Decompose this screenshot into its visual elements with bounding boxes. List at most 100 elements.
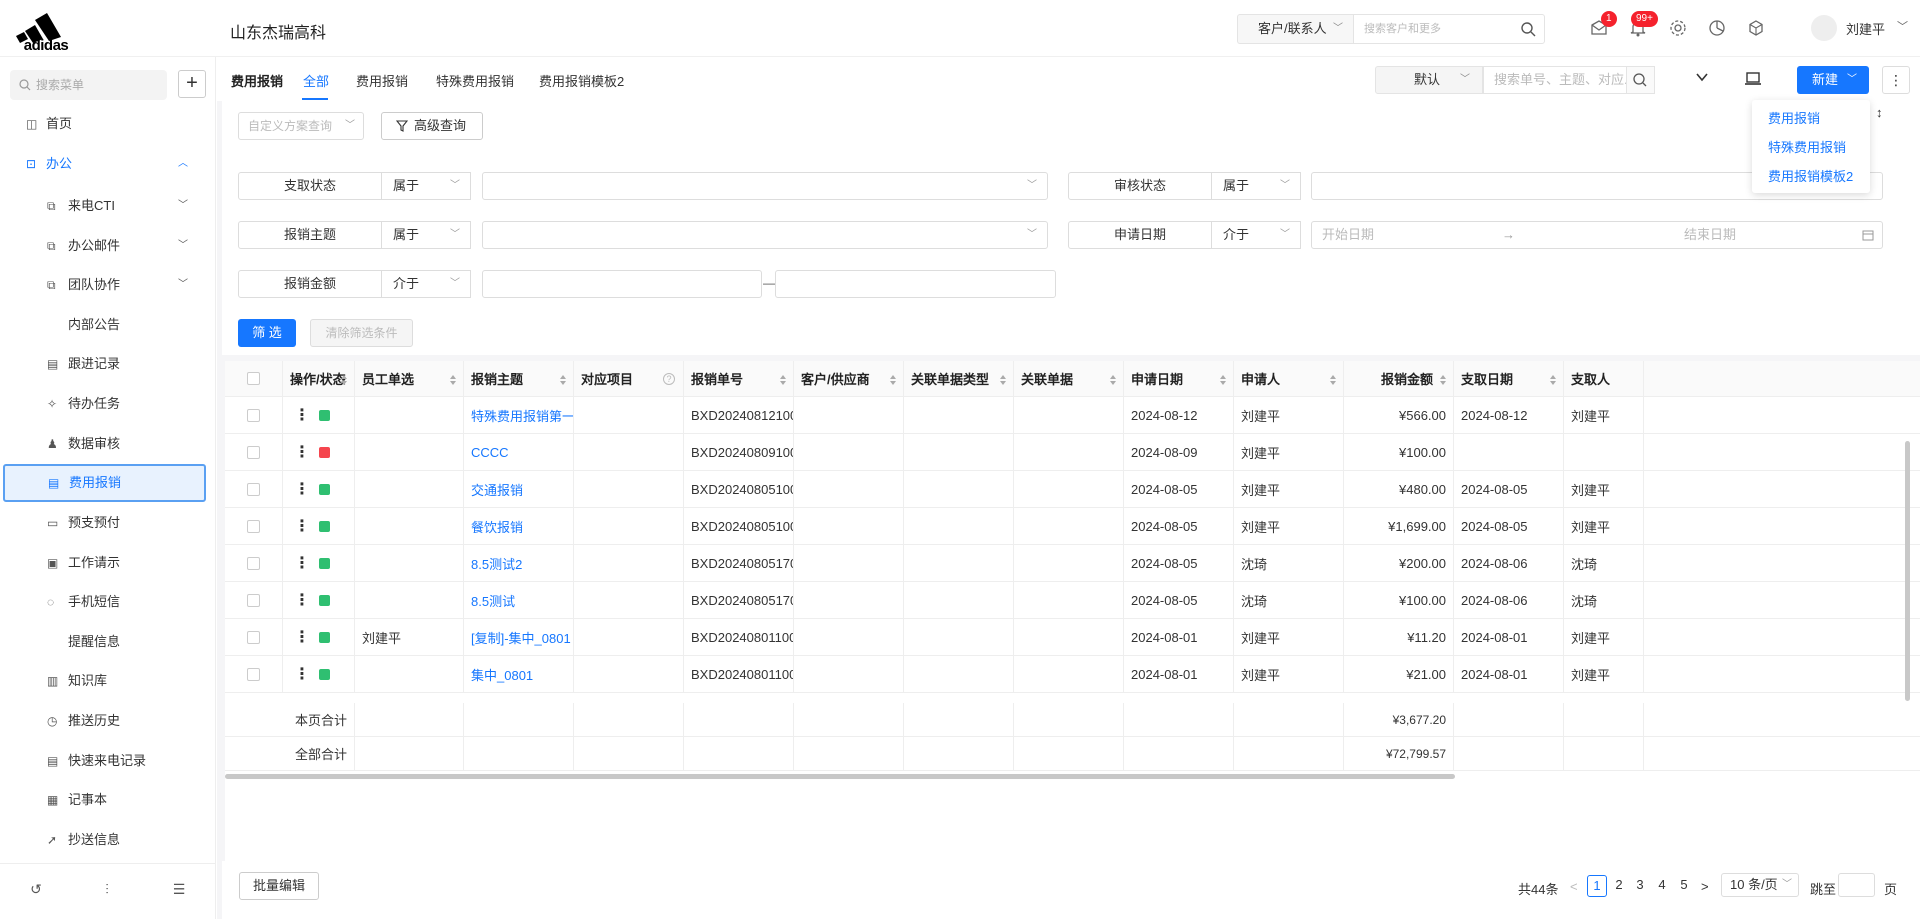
cell-select[interactable] bbox=[225, 471, 283, 507]
custom-query-select[interactable]: 自定义方案查询 ﹀ bbox=[238, 112, 364, 140]
more-options-icon[interactable]: ⋮ bbox=[1882, 66, 1910, 94]
cell-action-status[interactable]: ⋮ bbox=[283, 397, 355, 433]
row-actions-icon[interactable]: ⋮ bbox=[294, 442, 310, 462]
list-search-input[interactable]: 搜索单号、主题、对应... bbox=[1483, 66, 1627, 94]
tab-expense[interactable]: 费用报销 bbox=[356, 71, 408, 90]
sidebar-item-mail[interactable]: ⧉ 办公邮件 ﹀ bbox=[0, 229, 216, 263]
row-actions-icon[interactable]: ⋮ bbox=[294, 405, 310, 425]
cell-subject[interactable]: 交通报销 bbox=[464, 471, 574, 507]
cell-select[interactable] bbox=[225, 397, 283, 433]
sidebar-item-home[interactable]: ◫ 首页 bbox=[0, 107, 216, 141]
filter-value-subject[interactable]: ﹀ bbox=[482, 221, 1048, 249]
header-subject[interactable]: 报销主题 bbox=[464, 361, 574, 396]
page-1[interactable]: 1 bbox=[1587, 875, 1607, 897]
add-menu-button[interactable]: + bbox=[178, 70, 206, 98]
next-page-icon[interactable]: > bbox=[1701, 879, 1709, 894]
adidas-logo[interactable]: adidas bbox=[12, 6, 80, 54]
amount-min-input[interactable] bbox=[482, 270, 762, 298]
list-search-button[interactable] bbox=[1627, 66, 1655, 94]
row-actions-icon[interactable]: ⋮ bbox=[294, 479, 310, 499]
cell-action-status[interactable]: ⋮ bbox=[283, 545, 355, 581]
global-search-input[interactable]: 搜索客户和更多 bbox=[1353, 14, 1545, 44]
header-employee[interactable]: 员工单选 bbox=[355, 361, 464, 396]
row-checkbox[interactable] bbox=[247, 556, 260, 570]
collapse-menu-icon[interactable]: ☰ bbox=[169, 881, 189, 901]
cell-text[interactable]: 餐饮报销 bbox=[471, 517, 523, 536]
tab-all[interactable]: 全部 bbox=[303, 71, 329, 90]
sort-icon[interactable] bbox=[1439, 374, 1447, 386]
page-2[interactable]: 2 bbox=[1609, 875, 1629, 897]
row-checkbox[interactable] bbox=[247, 408, 260, 422]
cell-subject[interactable]: [复制]-集中_0801 bbox=[464, 619, 574, 655]
sort-icon[interactable] bbox=[1219, 374, 1227, 386]
sort-icon[interactable] bbox=[999, 374, 1007, 386]
sidebar-item-team[interactable]: ⧉ 团队协作 ﹀ bbox=[0, 268, 216, 302]
sidebar-item-reminder[interactable]: 提醒信息 bbox=[0, 625, 216, 659]
chart-pie-icon[interactable] bbox=[1707, 18, 1727, 38]
sidebar-item-knowledge[interactable]: ▥ 知识库 bbox=[0, 664, 216, 698]
page-3[interactable]: 3 bbox=[1630, 875, 1650, 897]
cell-select[interactable] bbox=[225, 434, 283, 470]
cell-select[interactable] bbox=[225, 545, 283, 581]
cell-action-status[interactable]: ⋮ bbox=[283, 434, 355, 470]
filter-button[interactable]: 筛 选 bbox=[238, 319, 296, 347]
row-checkbox[interactable] bbox=[247, 630, 260, 644]
tab-special-expense[interactable]: 特殊费用报销 bbox=[436, 71, 514, 90]
advanced-query-button[interactable]: 高级查询 bbox=[381, 112, 483, 140]
header-customer[interactable]: 客户/供应商 bbox=[794, 361, 904, 396]
laptop-icon[interactable] bbox=[1744, 71, 1762, 87]
sidebar-item-office[interactable]: ⊡ 办公 ︿ bbox=[0, 147, 216, 181]
cell-action-status[interactable]: ⋮ bbox=[283, 582, 355, 618]
menu-item-expense-template2[interactable]: 费用报销模板2 bbox=[1768, 166, 1853, 185]
date-range-picker[interactable]: 开始日期 → 结束日期 bbox=[1311, 221, 1883, 249]
amount-max-input[interactable] bbox=[775, 270, 1056, 298]
cell-action-status[interactable]: ⋮ bbox=[283, 471, 355, 507]
page-size-select[interactable]: 10 条/页 ﹀ bbox=[1721, 873, 1799, 897]
filter-op-payment-status[interactable]: 属于 ﹀ bbox=[382, 172, 471, 200]
customer-selector[interactable]: 客户/联系人 ﹀ bbox=[1237, 14, 1353, 44]
resize-icon[interactable]: ↕ bbox=[1876, 105, 1883, 120]
prev-page-icon[interactable]: < bbox=[1570, 879, 1578, 894]
cell-text[interactable]: 特殊费用报销第一单 bbox=[471, 406, 573, 425]
cell-action-status[interactable]: ⋮ bbox=[283, 619, 355, 655]
cell-select[interactable] bbox=[225, 656, 283, 692]
sidebar-item-quick-call[interactable]: ▤ 快速来电记录 bbox=[0, 744, 216, 778]
batch-edit-button[interactable]: 批量编辑 bbox=[239, 872, 319, 900]
row-actions-icon[interactable]: ⋮ bbox=[294, 664, 310, 684]
cell-subject[interactable]: 特殊费用报销第一单 bbox=[464, 397, 574, 433]
row-actions-icon[interactable]: ⋮ bbox=[294, 590, 310, 610]
row-actions-icon[interactable]: ⋮ bbox=[294, 627, 310, 647]
cube-icon[interactable] bbox=[1746, 18, 1766, 38]
sort-icon[interactable] bbox=[1329, 374, 1337, 386]
sidebar-item-audit[interactable]: ♟ 数据审核 bbox=[0, 427, 216, 461]
sidebar-item-followup[interactable]: ▤ 跟进记录 bbox=[0, 347, 216, 381]
cell-subject[interactable]: 8.5测试2 bbox=[464, 545, 574, 581]
sidebar-item-cti[interactable]: ⧉ 来电CTI ﹀ bbox=[0, 189, 216, 223]
row-checkbox[interactable] bbox=[247, 593, 260, 607]
cell-action-status[interactable]: ⋮ bbox=[283, 508, 355, 544]
cell-text[interactable]: 8.5测试2 bbox=[471, 554, 522, 573]
sort-icon[interactable] bbox=[1109, 374, 1117, 386]
clear-filter-button[interactable]: 清除筛选条件 bbox=[310, 319, 413, 347]
sidebar-item-cc[interactable]: ➚ 抄送信息 bbox=[0, 823, 216, 857]
menu-item-special-expense[interactable]: 特殊费用报销 bbox=[1768, 137, 1846, 156]
cell-select[interactable] bbox=[225, 508, 283, 544]
vertical-scrollbar[interactable] bbox=[1905, 441, 1910, 701]
filter-op-audit-status[interactable]: 属于 ﹀ bbox=[1212, 172, 1301, 200]
cell-subject[interactable]: CCCC bbox=[464, 434, 574, 470]
header-applicant[interactable]: 申请人 bbox=[1234, 361, 1344, 396]
view-selector[interactable]: 默认 ﹀ bbox=[1375, 66, 1483, 94]
sort-icon[interactable] bbox=[779, 374, 787, 386]
page-5[interactable]: 5 bbox=[1674, 875, 1694, 897]
horizontal-scrollbar[interactable] bbox=[225, 774, 1455, 779]
row-actions-icon[interactable]: ⋮ bbox=[294, 553, 310, 573]
sort-icon[interactable] bbox=[449, 374, 457, 386]
sidebar-item-notice[interactable]: 内部公告 bbox=[0, 308, 216, 342]
sidebar-item-advance[interactable]: ▭ 预支预付 bbox=[0, 506, 216, 540]
sort-icon[interactable] bbox=[1549, 374, 1557, 386]
expand-search-chevron-icon[interactable] bbox=[1695, 70, 1709, 87]
header-amount[interactable]: 报销金额 bbox=[1344, 361, 1454, 396]
header-rel-type[interactable]: 关联单据类型 bbox=[904, 361, 1014, 396]
sort-icon[interactable] bbox=[340, 374, 348, 386]
filter-op-apply-date[interactable]: 介于 ﹀ bbox=[1212, 221, 1301, 249]
